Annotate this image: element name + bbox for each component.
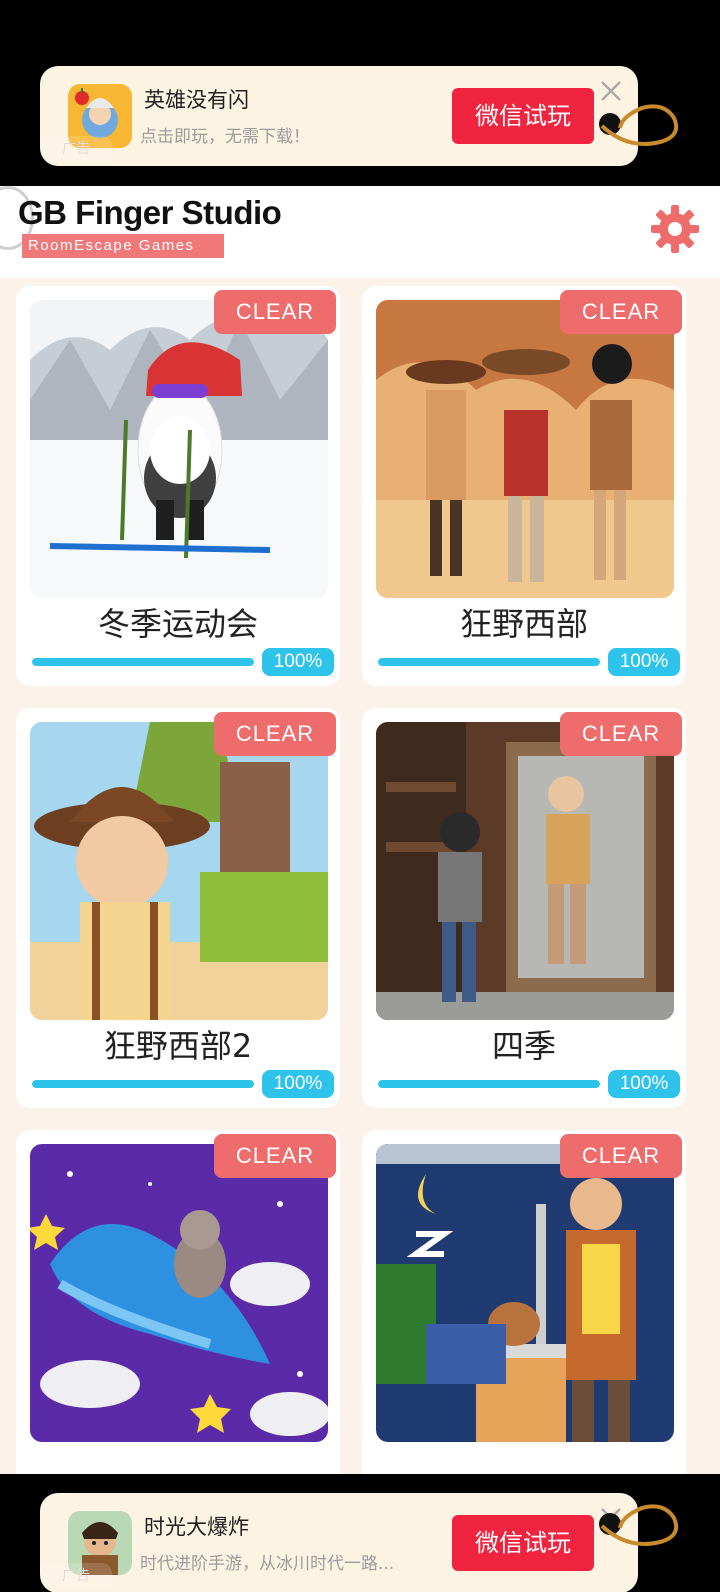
- progress-fill: [378, 1080, 600, 1088]
- progress-bar: [378, 1080, 600, 1088]
- ad-subtitle: 点击即玩，无需下载！: [140, 127, 310, 147]
- progress-percent: 100%: [262, 1070, 334, 1098]
- studio-logo-title: GB Finger Studio: [18, 194, 282, 231]
- drag-loop-icon[interactable]: [598, 102, 682, 154]
- gear-icon[interactable]: [650, 204, 700, 254]
- top-ad-banner: 广告 英雄没有闪 点击即玩，无需下载！ 微信试玩 广告: [0, 0, 720, 186]
- bottom-ad-banner: 时光大爆炸 时代进阶手游，从冰川时代一路... 微信试玩 广告: [0, 1474, 720, 1592]
- clear-badge: CLEAR: [214, 290, 336, 334]
- game-title: 冬季运动会: [97, 605, 258, 643]
- progress-fill: [378, 658, 600, 666]
- wechat-try-button[interactable]: 微信试玩: [452, 88, 594, 144]
- game-title: 四季: [491, 1027, 556, 1065]
- ad-title: 时光大爆炸: [144, 1515, 249, 1539]
- panda-skier-image: [30, 300, 328, 598]
- clear-badge: CLEAR: [560, 1134, 682, 1178]
- progress-fill: [32, 1080, 254, 1088]
- progress-percent: 100%: [262, 648, 334, 676]
- game-card-wild-west-2[interactable]: CLEAR 狂野西部2 100%: [16, 708, 340, 1108]
- progress-bar: [32, 658, 254, 666]
- mirror-room-image: [376, 722, 674, 1020]
- progress-percent: 100%: [608, 1070, 680, 1098]
- ad-label: 广告: [40, 136, 112, 162]
- whale-cat-space-image: [30, 1144, 328, 1442]
- progress-percent: 100%: [608, 648, 680, 676]
- cowboys-desert-image: [376, 300, 674, 598]
- app-header: GB Finger Studio RoomEscape Games: [0, 186, 720, 278]
- progress-bar: [32, 1080, 254, 1088]
- game-card-whale-space[interactable]: CLEAR: [16, 1130, 340, 1474]
- wechat-try-button[interactable]: 微信试玩: [452, 1515, 594, 1571]
- app-screen: GB Finger Studio RoomEscape Games CLEAR …: [0, 186, 720, 1474]
- studio-tagline: RoomEscape Games: [22, 234, 224, 258]
- progress-fill: [32, 658, 254, 666]
- clear-badge: CLEAR: [214, 712, 336, 756]
- ad-subtitle: 时代进阶手游，从冰川时代一路...: [140, 1554, 395, 1574]
- game-card-winter-sports[interactable]: CLEAR 冬季运动会 100%: [16, 286, 340, 686]
- ad-card[interactable]: 广告 英雄没有闪 点击即玩，无需下载！ 微信试玩: [40, 66, 638, 166]
- game-title: 狂野西部2: [103, 1027, 253, 1065]
- progress-bar: [378, 658, 600, 666]
- cowboy-farm-image: [30, 722, 328, 1020]
- office-sleeping-image: [376, 1144, 674, 1442]
- ad-card[interactable]: 时光大爆炸 时代进阶手游，从冰川时代一路... 微信试玩: [40, 1493, 638, 1592]
- ad-title: 英雄没有闪: [144, 88, 249, 112]
- ad-label: 广告: [40, 1563, 112, 1589]
- game-card-office[interactable]: CLEAR: [362, 1130, 686, 1474]
- clear-badge: CLEAR: [560, 290, 682, 334]
- drag-loop-icon[interactable]: [598, 1502, 682, 1554]
- close-icon[interactable]: [598, 78, 624, 104]
- game-card-wild-west[interactable]: CLEAR 狂野西部 100%: [362, 286, 686, 686]
- game-card-four-seasons[interactable]: CLEAR 四季 100%: [362, 708, 686, 1108]
- clear-badge: CLEAR: [560, 712, 682, 756]
- game-title: 狂野西部: [459, 605, 588, 643]
- clear-badge: CLEAR: [214, 1134, 336, 1178]
